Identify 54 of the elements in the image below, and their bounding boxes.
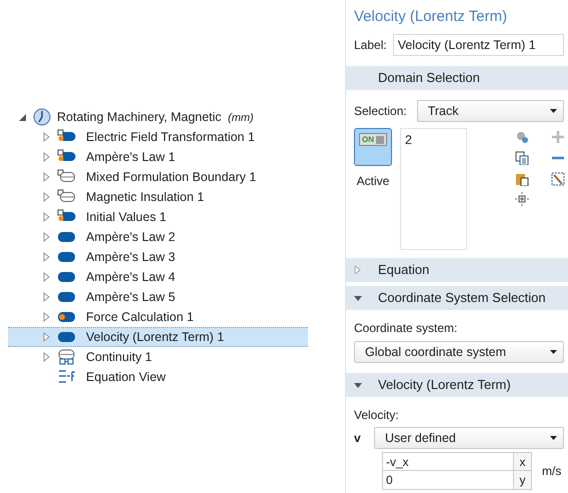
tree-item[interactable]: Electric Field Transformation 1: [8, 127, 308, 147]
tree-item[interactable]: Initial Values 1: [8, 207, 308, 227]
section-header[interactable]: Coordinate System Selection: [346, 286, 568, 310]
domain-icon: [57, 289, 76, 305]
panel-title: Velocity (Lorentz Term): [354, 7, 508, 27]
tree-item[interactable]: Force Calculation 1: [8, 307, 308, 327]
field-label: Velocity:: [354, 407, 400, 424]
field-label: Coordinate system:: [354, 320, 458, 337]
domain-icon: [57, 329, 76, 345]
collapse-arrow-icon: [354, 381, 362, 389]
tree-item[interactable]: Mixed Formulation Boundary 1: [8, 167, 308, 187]
component-field[interactable]: 0: [382, 471, 514, 490]
unit-label: m/s: [542, 463, 562, 480]
continuity-icon: [57, 349, 76, 365]
copy-icon[interactable]: [514, 150, 529, 165]
tree-item[interactable]: Continuity 1: [8, 347, 308, 367]
dropdown-caret-icon: [550, 109, 557, 113]
tree-item[interactable]: Ampère's Law 1: [8, 147, 308, 167]
section-header[interactable]: Velocity (Lorentz Term): [346, 373, 568, 397]
component-label: y: [514, 471, 532, 490]
tree-item[interactable]: Equation View: [8, 367, 308, 387]
tree-item[interactable]: Ampère's Law 5: [8, 287, 308, 307]
label-field[interactable]: Velocity (Lorentz Term) 1: [392, 34, 564, 56]
dropdown-caret-icon: [550, 350, 557, 354]
dropdown-caret-icon: [550, 436, 557, 440]
domain-icon: [57, 269, 76, 285]
equation-icon: [57, 369, 76, 385]
section-header[interactable]: Domain Selection: [346, 66, 568, 90]
vector-symbol: v: [354, 430, 360, 447]
field-label: Selection:: [354, 103, 407, 120]
selection-list[interactable]: 2: [400, 128, 467, 250]
component-field[interactable]: -v_x: [382, 452, 514, 471]
tree-item[interactable]: Magnetic Insulation 1: [8, 187, 308, 207]
boundary-icon: [57, 169, 76, 185]
coordinate-system-dropdown[interactable]: Global coordinate system: [354, 341, 564, 363]
domain-icon: [57, 229, 76, 245]
component-label: x: [514, 452, 532, 471]
toggle-label: Active: [356, 173, 390, 190]
expand-arrow-icon: [354, 266, 362, 274]
section-header[interactable]: Equation: [346, 258, 568, 282]
paste-icon[interactable]: [514, 172, 529, 186]
field-label: Label:: [354, 37, 387, 54]
tree-item[interactable]: Ampère's Law 4: [8, 267, 308, 287]
selection-dropdown[interactable]: Track: [416, 100, 564, 122]
boundary-icon: [57, 189, 76, 205]
force-icon: [57, 309, 76, 325]
tree-item[interactable]: Velocity (Lorentz Term) 1: [8, 327, 308, 347]
velocity-dropdown[interactable]: User defined: [374, 427, 564, 449]
collapse-arrow-icon[interactable]: [18, 112, 27, 122]
tree-item[interactable]: Ampère's Law 3: [8, 247, 308, 267]
tree-item[interactable]: Ampère's Law 2: [8, 227, 308, 247]
tree-node-label[interactable]: Rotating Machinery, Magnetic (mm): [57, 108, 254, 126]
collapse-arrow-icon: [354, 294, 362, 302]
domain-icon: [57, 249, 76, 265]
